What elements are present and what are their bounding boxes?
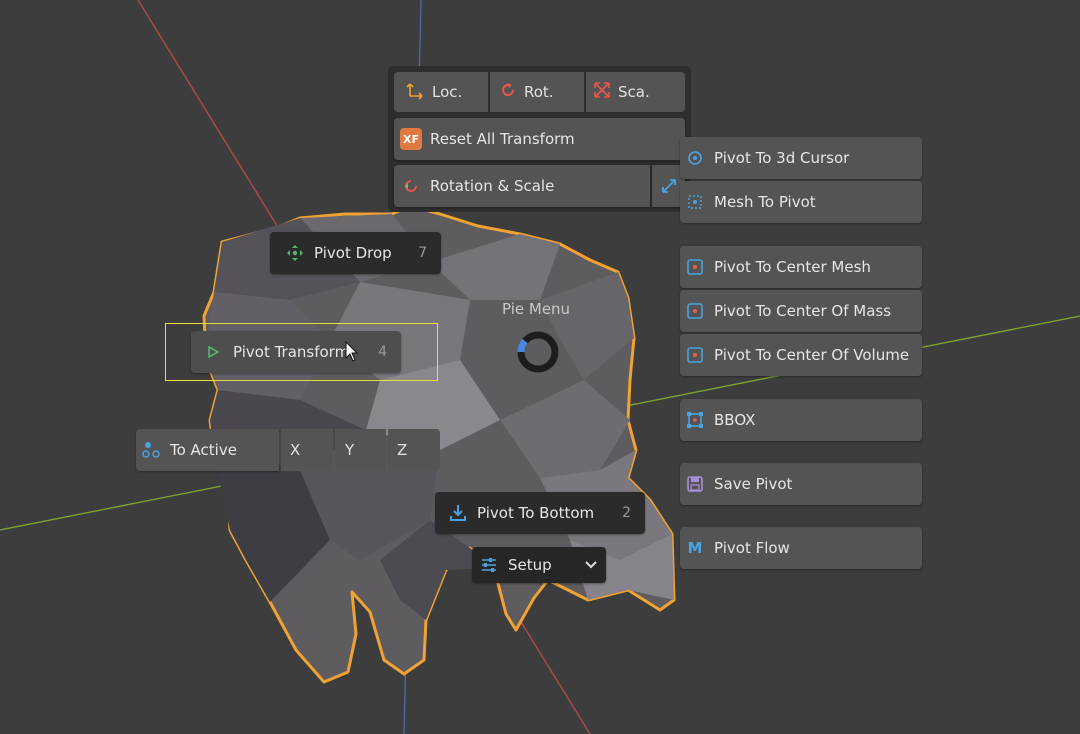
pivot-flow-label: Pivot Flow [714, 539, 790, 557]
bbox-button[interactable]: BBOX [680, 399, 922, 441]
pivot-to-bottom-label: Pivot To Bottom [477, 504, 595, 522]
axis-x-label: X [290, 441, 301, 459]
setup-label: Setup [508, 556, 552, 574]
center-mesh-icon [684, 256, 706, 278]
to-active-button[interactable]: To Active [136, 429, 279, 471]
loc-button[interactable]: Loc. [394, 72, 488, 112]
download-bottom-icon [447, 502, 469, 524]
reset-all-label: Reset All Transform [430, 130, 575, 148]
pivot-to-center-mass-label: Pivot To Center Of Mass [714, 302, 892, 320]
mesh-to-pivot-label: Mesh To Pivot [714, 193, 816, 211]
3d-cursor-icon [684, 147, 706, 169]
location-arrows-icon [406, 80, 426, 104]
pivot-flow-m-icon: M [687, 539, 703, 557]
save-pivot-label: Save Pivot [714, 475, 793, 493]
pivot-transform-number: 4 [378, 344, 387, 360]
pivot-to-bottom-number: 2 [622, 505, 631, 521]
chevron-down-icon [580, 554, 602, 576]
pivot-to-3d-cursor-button[interactable]: Pivot To 3d Cursor [680, 137, 922, 179]
rotation-scale-label: Rotation & Scale [430, 177, 555, 195]
axis-x-button[interactable]: X [281, 429, 333, 471]
rotate-icon [498, 80, 518, 104]
pivot-to-center-volume-label: Pivot To Center Of Volume [714, 346, 910, 364]
center-mass-icon [684, 300, 706, 322]
mesh-to-pivot-button[interactable]: Mesh To Pivot [680, 181, 922, 223]
pivot-to-bottom-button[interactable]: Pivot To Bottom 2 [435, 492, 645, 534]
pivot-flow-button[interactable]: M Pivot Flow [680, 527, 922, 569]
pivot-to-center-mass-button[interactable]: Pivot To Center Of Mass [680, 290, 922, 332]
pivot-to-center-mesh-label: Pivot To Center Mesh [714, 258, 871, 276]
setup-dropdown[interactable]: Setup [472, 547, 606, 583]
pivot-drop-button[interactable]: Pivot Drop 7 [270, 232, 441, 274]
save-pivot-button[interactable]: Save Pivot [680, 463, 922, 505]
rotation-scale-icon [400, 175, 422, 197]
reset-all-transform-button[interactable]: XF Reset All Transform [394, 118, 685, 160]
pivot-transform-button[interactable]: Pivot Transform 4 [191, 331, 401, 373]
axis-z-label: Z [397, 441, 408, 459]
sca-label: Sca. [618, 83, 650, 101]
mouse-cursor-icon [345, 340, 359, 367]
save-floppy-icon [684, 473, 706, 495]
pivot-drop-number: 7 [418, 245, 427, 261]
sliders-icon [478, 554, 500, 576]
bbox-label: BBOX [714, 411, 756, 429]
pivot-to-center-mesh-button[interactable]: Pivot To Center Mesh [680, 246, 922, 288]
sca-button[interactable]: Sca. [586, 72, 685, 112]
center-volume-icon [684, 344, 706, 366]
pivot-to-center-volume-button[interactable]: Pivot To Center Of Volume [680, 334, 922, 376]
diagonal-arrow-icon [658, 175, 680, 197]
pivot-transform-label: Pivot Transform [233, 343, 350, 361]
play-triangle-icon [205, 341, 221, 363]
axis-z-button[interactable]: Z [388, 429, 440, 471]
xf-reset-icon: XF [400, 128, 422, 150]
to-active-label: To Active [170, 441, 237, 459]
pie-menu-title: Pie Menu [502, 300, 571, 318]
mesh-to-pivot-icon [684, 191, 706, 213]
axis-y-label: Y [345, 441, 355, 459]
to-active-circles-icon [140, 439, 162, 461]
pivot-drop-label: Pivot Drop [314, 244, 392, 262]
rotation-scale-button[interactable]: Rotation & Scale [394, 165, 650, 207]
rot-label: Rot. [524, 83, 554, 101]
axis-y-button[interactable]: Y [335, 429, 386, 471]
pivot-drop-move-icon [284, 242, 306, 264]
bbox-icon [684, 409, 706, 431]
rot-button[interactable]: Rot. [490, 72, 584, 112]
scale-icon [592, 80, 612, 104]
pivot-to-3d-cursor-label: Pivot To 3d Cursor [714, 149, 850, 167]
loc-label: Loc. [432, 83, 463, 101]
